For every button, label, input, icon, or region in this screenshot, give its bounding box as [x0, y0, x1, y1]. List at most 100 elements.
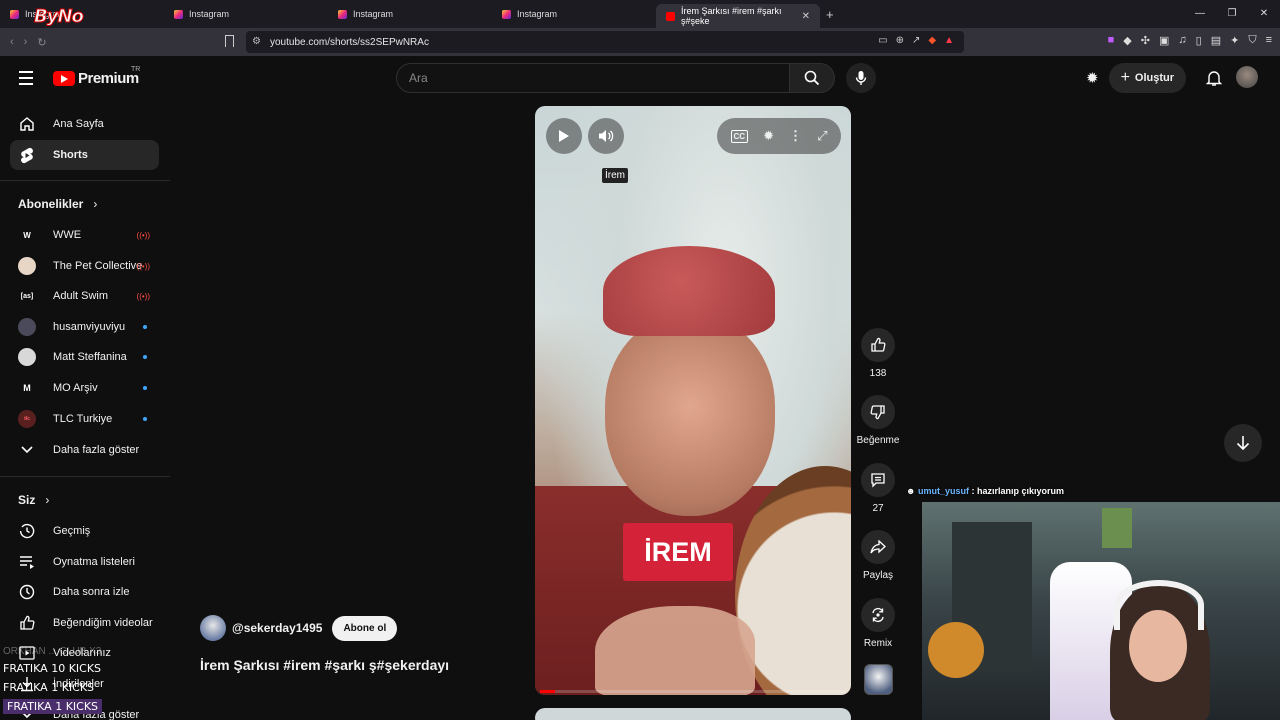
- puzzle-icon[interactable]: ✣: [1141, 34, 1150, 47]
- browser-tab-active[interactable]: İrem Şarkısı #irem #şarkı ş#şeke ✕: [656, 4, 820, 28]
- like-action[interactable]: 138: [850, 328, 906, 379]
- dislike-action[interactable]: Beğenme: [850, 395, 906, 446]
- share-label: Paylaş: [862, 570, 893, 581]
- next-short-preview[interactable]: [535, 708, 851, 720]
- you-section-header[interactable]: Siz ›: [18, 493, 49, 507]
- sidebar-item-history[interactable]: Geçmiş: [10, 516, 159, 546]
- cast-icon[interactable]: ▭: [878, 35, 887, 46]
- leo-icon[interactable]: ✦: [1230, 34, 1239, 47]
- youtube-icon: [666, 11, 675, 21]
- section-title: Siz: [18, 493, 36, 507]
- account-avatar[interactable]: [1236, 66, 1258, 88]
- channel-avatar: tlc: [18, 410, 36, 428]
- video-subject-hand: [595, 606, 755, 695]
- sidebar-item-subscription[interactable]: M MO Arşiv: [10, 373, 159, 403]
- window-close-icon[interactable]: ✕: [1248, 0, 1280, 28]
- sidebar-item-home[interactable]: Ana Sayfa: [10, 109, 159, 139]
- site-info-icon[interactable]: ⚙: [252, 36, 261, 47]
- gem-ai-icon[interactable]: ✹: [1086, 69, 1099, 87]
- video-subject-cap: [603, 246, 775, 336]
- sidebar-icon[interactable]: ▯: [1196, 34, 1202, 47]
- forward-icon[interactable]: ›: [24, 36, 28, 49]
- webcam-headphones: [1114, 580, 1204, 630]
- window-controls: — ❐ ✕: [1184, 0, 1280, 28]
- play-button[interactable]: [546, 118, 582, 154]
- sidebar-item-label: Daha sonra izle: [53, 586, 130, 598]
- create-button[interactable]: + Oluştur: [1108, 63, 1187, 93]
- zoom-icon[interactable]: ⊕: [896, 35, 904, 46]
- menu-icon[interactable]: ≡: [1266, 34, 1272, 47]
- url-field[interactable]: ⚙ youtube.com/shorts/ss2SEPwNRAc ▭ ⊕ ↗ ◆…: [246, 31, 964, 53]
- sidebar-item-shorts[interactable]: Shorts: [10, 140, 159, 170]
- sidebar-item-watch-later[interactable]: Daha sonra izle: [10, 577, 159, 607]
- browser-tab[interactable]: Instagram: [492, 0, 656, 28]
- url-text: youtube.com/shorts/ss2SEPwNRAc: [270, 36, 429, 48]
- reload-icon[interactable]: ↻: [37, 36, 46, 49]
- wallet-icon[interactable]: ▤: [1211, 34, 1221, 47]
- sidebar-item-subscription[interactable]: Matt Steffanina: [10, 342, 159, 372]
- share-icon[interactable]: ↗: [912, 35, 920, 46]
- chevron-right-icon: ›: [45, 493, 50, 507]
- rewards-icon[interactable]: ▲: [944, 35, 954, 46]
- sidebar-divider: [0, 180, 170, 181]
- sound-thumbnail[interactable]: [864, 664, 893, 695]
- new-tab-button[interactable]: +: [826, 7, 834, 22]
- captions-icon[interactable]: CC: [730, 129, 749, 143]
- close-icon[interactable]: ✕: [802, 11, 810, 22]
- maximize-icon[interactable]: ❐: [1216, 0, 1248, 28]
- sidebar-item-subscription[interactable]: husamviyuviyu: [10, 312, 159, 342]
- share-action[interactable]: Paylaş: [850, 530, 906, 581]
- channel-avatar: [18, 348, 36, 366]
- yt-header: Premium TR Ara ✹ + Oluştur: [0, 56, 1280, 100]
- sidebar-item-playlists[interactable]: Oynatma listeleri: [10, 547, 159, 577]
- voice-search-button[interactable]: [846, 63, 876, 93]
- notifications-bell-icon[interactable]: [1206, 69, 1223, 87]
- comments-button[interactable]: [861, 463, 895, 497]
- sidebar-item-subscription[interactable]: W WWE ((•)): [10, 220, 159, 250]
- extension-icon[interactable]: ■: [1108, 34, 1115, 47]
- settings-icon[interactable]: ✹: [763, 128, 774, 144]
- next-video-button[interactable]: [1224, 424, 1262, 462]
- music-icon[interactable]: ♫: [1178, 34, 1186, 47]
- subscriptions-header[interactable]: Abonelikler ›: [18, 197, 97, 211]
- brave-shield-icon[interactable]: ◆: [928, 35, 936, 46]
- clock-icon: [18, 583, 36, 601]
- sidebar-item-subscription[interactable]: The Pet Collective ((•)): [10, 251, 159, 281]
- instagram-icon: [10, 9, 19, 19]
- screenshot-icon[interactable]: ▣: [1159, 34, 1169, 47]
- browser-tab[interactable]: Instagram: [164, 0, 328, 28]
- fullscreen-icon[interactable]: ⤢: [817, 128, 827, 144]
- youtube-logo[interactable]: Premium TR: [53, 66, 140, 87]
- subscribe-button[interactable]: Abone ol: [332, 615, 398, 641]
- progress-bar[interactable]: [540, 690, 846, 693]
- vpn-icon[interactable]: ⛉: [1248, 34, 1256, 47]
- channel-avatar[interactable]: [200, 615, 226, 641]
- channel-name[interactable]: @sekerday1495: [232, 621, 322, 635]
- like-button[interactable]: [861, 328, 895, 362]
- search-input[interactable]: Ara: [396, 63, 790, 93]
- dislike-button[interactable]: [861, 395, 895, 429]
- new-content-dot: [143, 325, 147, 329]
- sidebar-item-show-more[interactable]: Daha fazla göster: [10, 435, 159, 465]
- sidebar-item-subscription[interactable]: [as] Adult Swim ((•)): [10, 281, 159, 311]
- volume-button[interactable]: [588, 118, 624, 154]
- arrow-down-icon: [1236, 436, 1250, 451]
- sidebar-item-subscription[interactable]: tlc TLC Turkiye: [10, 404, 159, 434]
- back-icon[interactable]: ‹: [10, 36, 14, 49]
- bookmark-icon[interactable]: [225, 35, 234, 47]
- minimize-icon[interactable]: —: [1184, 0, 1216, 28]
- comments-action[interactable]: 27: [850, 463, 906, 514]
- share-button[interactable]: [861, 530, 895, 564]
- remix-button[interactable]: [861, 598, 895, 632]
- short-title[interactable]: İrem Şarkısı #irem #şarkı ş#şekerdayı: [200, 657, 449, 673]
- extension-icon[interactable]: ◆: [1123, 34, 1131, 47]
- remix-action[interactable]: Remix: [850, 598, 906, 649]
- history-icon: [18, 522, 36, 540]
- sidebar-item-label: Shorts: [53, 149, 88, 161]
- hamburger-menu-icon[interactable]: [19, 71, 33, 89]
- short-video-player[interactable]: CC ✹ ⋮ ⤢ İrem İREM: [535, 106, 851, 695]
- browser-tab[interactable]: Instagram: [328, 0, 492, 28]
- sidebar-item-liked-videos[interactable]: Beğendiğim videolar: [10, 608, 159, 638]
- more-options-icon[interactable]: ⋮: [789, 128, 802, 144]
- search-button[interactable]: [789, 63, 835, 93]
